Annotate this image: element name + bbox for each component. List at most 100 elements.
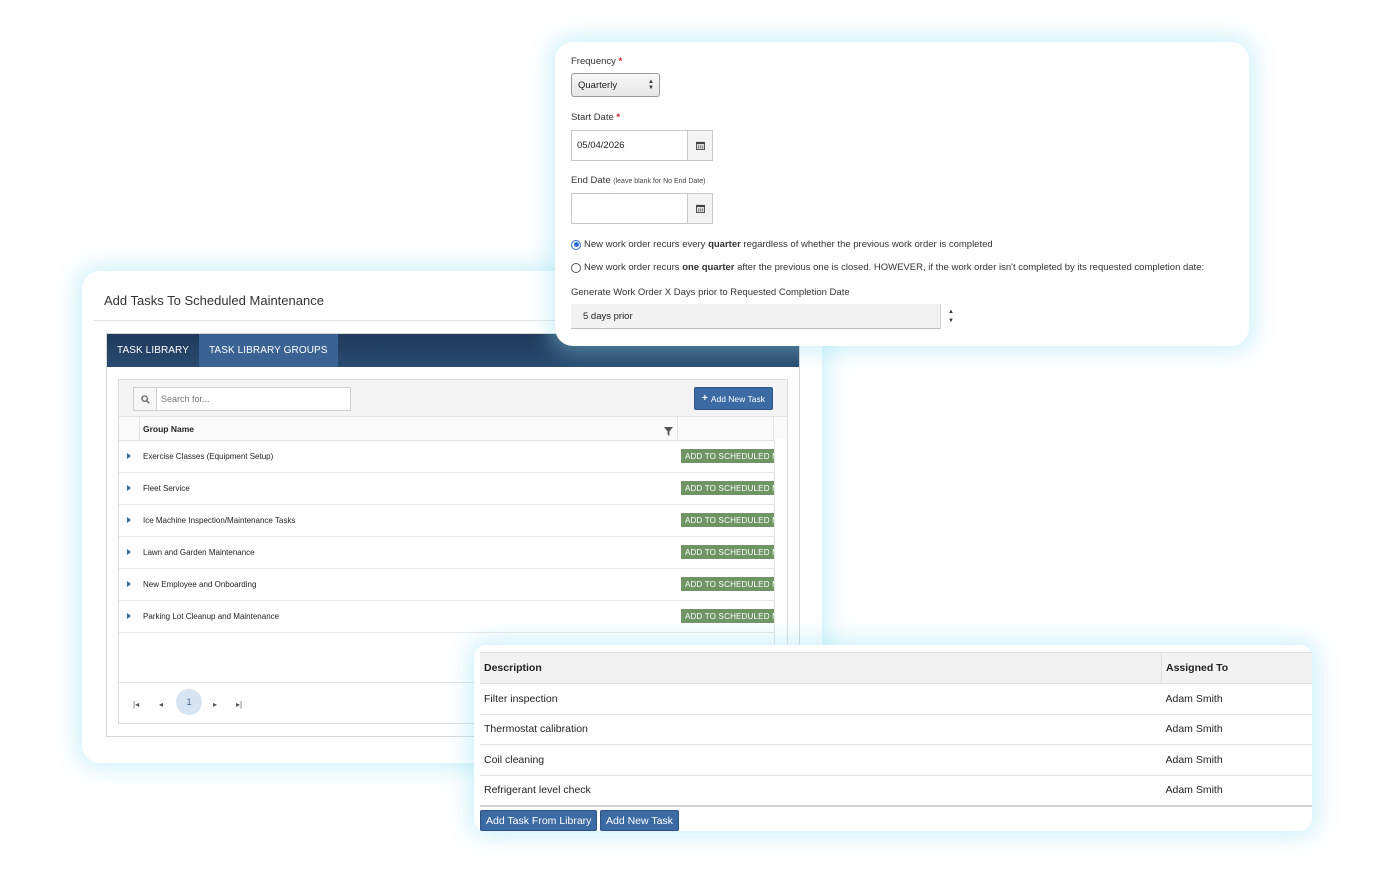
grid-header: Group Name	[119, 417, 787, 441]
required-marker: *	[616, 112, 621, 123]
expand-caret-icon[interactable]	[127, 517, 131, 523]
group-row[interactable]: Exercise Classes (Equipment Setup) ADD TO…	[119, 441, 775, 473]
description-header: Description	[480, 652, 1162, 684]
group-name: Fleet Service	[143, 484, 190, 493]
recurrence-every-bold: quarter	[708, 239, 741, 250]
expand-caret-icon[interactable]	[127, 581, 131, 587]
prev-page-icon[interactable]: ◂	[159, 700, 163, 709]
spinner-down-icon[interactable]: ▼	[948, 317, 954, 326]
scheduled-tasks-table: Description Assigned To Filter inspectio…	[480, 652, 1312, 807]
expand-caret-icon[interactable]	[127, 613, 131, 619]
group-row[interactable]: Ice Machine Inspection/Maintenance Tasks…	[119, 505, 775, 537]
generate-days-value: 5 days prior	[583, 310, 633, 322]
group-name-header[interactable]: Group Name	[143, 424, 194, 434]
page-number-button[interactable]: 1	[176, 689, 202, 715]
add-to-scheduled-maintenance-button[interactable]: ADD TO SCHEDULED MAINTENANCE	[681, 449, 775, 463]
task-description: Thermostat calibration	[480, 714, 1162, 745]
spinner-up-icon[interactable]: ▲	[948, 308, 954, 317]
search-input[interactable]	[157, 388, 350, 410]
table-row[interactable]: Thermostat calibration Adam Smith	[480, 714, 1312, 745]
table-header-row: Description Assigned To	[480, 652, 1312, 684]
start-date-field[interactable]: 05/04/2026	[571, 130, 713, 161]
header-divider-right	[773, 417, 774, 440]
frequency-value: Quarterly	[578, 79, 618, 91]
group-row[interactable]: Lawn and Garden Maintenance ADD TO SCHEDU…	[119, 537, 775, 569]
recurrence-option-every[interactable]: New work order recurs every quarter rega…	[571, 239, 993, 250]
dialog-title: Add Tasks To Scheduled Maintenance	[104, 293, 324, 308]
header-divider	[677, 417, 678, 440]
schedule-settings-card: Frequency * Quarterly ▲ ▼ Start Date * 05…	[555, 42, 1249, 346]
recurrence-option-after-close[interactable]: New work order recurs one quarter after …	[571, 262, 1204, 273]
generate-days-spinner[interactable]: 5 days prior ▲ ▼	[571, 304, 961, 329]
group-rows: Exercise Classes (Equipment Setup) ADD TO…	[119, 441, 775, 633]
spinner-arrows: ▲ ▼	[940, 304, 961, 329]
recurrence-after-suffix: after the previous one is closed. HOWEVE…	[734, 262, 1205, 273]
task-description: Refrigerant level check	[480, 775, 1162, 807]
last-page-icon[interactable]: ▸|	[236, 700, 242, 709]
end-date-hint: (leave blank for No End Date)	[613, 178, 706, 185]
group-name: New Employee and Onboarding	[143, 580, 257, 589]
select-arrows-icon: ▲ ▼	[648, 79, 654, 91]
frequency-select[interactable]: Quarterly ▲ ▼	[571, 73, 660, 97]
radio-unselected[interactable]	[571, 262, 581, 273]
search-box	[133, 387, 351, 411]
add-to-scheduled-maintenance-button[interactable]: ADD TO SCHEDULED MAINTENANCE	[681, 577, 775, 591]
table-row[interactable]: Coil cleaning Adam Smith	[480, 744, 1312, 776]
vertical-scrollbar[interactable]	[774, 439, 787, 648]
group-row[interactable]: Parking Lot Cleanup and Maintenance ADD T…	[119, 601, 775, 633]
scheduled-tasks-card: Description Assigned To Filter inspectio…	[474, 645, 1312, 831]
add-to-scheduled-maintenance-button[interactable]: ADD TO SCHEDULED MAINTENANCE	[681, 513, 775, 527]
task-assignee: Adam Smith	[1161, 714, 1312, 745]
group-name: Ice Machine Inspection/Maintenance Tasks	[143, 516, 296, 525]
recurrence-after-bold: one quarter	[682, 262, 735, 273]
table-row[interactable]: Refrigerant level check Adam Smith	[480, 775, 1312, 807]
task-assignee: Adam Smith	[1161, 744, 1312, 776]
task-assignee: Adam Smith	[1161, 683, 1312, 715]
grid-toolbar: + Add New Task	[119, 380, 787, 417]
end-date-label-text: End Date	[571, 175, 611, 186]
add-to-scheduled-maintenance-button[interactable]: ADD TO SCHEDULED MAINTENANCE	[681, 481, 775, 495]
recurrence-every-suffix: regardless of whether the previous work …	[740, 239, 993, 250]
tab-task-library-groups[interactable]: TASK LIBRARY GROUPS	[198, 334, 338, 367]
calendar-icon[interactable]	[687, 194, 712, 223]
next-page-icon[interactable]: ▸	[213, 700, 217, 709]
end-date-label: End Date (leave blank for No End Date)	[571, 175, 705, 186]
task-description: Coil cleaning	[480, 744, 1162, 776]
header-divider-left	[139, 417, 140, 440]
recurrence-every-prefix: New work order recurs every	[584, 239, 709, 250]
generate-days-label: Generate Work Order X Days prior to Requ…	[571, 287, 850, 298]
group-name: Parking Lot Cleanup and Maintenance	[143, 612, 280, 621]
expand-caret-icon[interactable]	[127, 549, 131, 555]
assigned-to-header: Assigned To	[1161, 652, 1312, 684]
tab-task-library[interactable]: TASK LIBRARY	[107, 334, 199, 367]
filter-icon[interactable]	[664, 423, 673, 441]
add-to-scheduled-maintenance-button[interactable]: ADD TO SCHEDULED MAINTENANCE	[681, 609, 775, 623]
group-name: Lawn and Garden Maintenance	[143, 548, 255, 557]
frequency-label-text: Frequency	[571, 56, 616, 67]
table-row[interactable]: Filter inspection Adam Smith	[480, 683, 1312, 715]
task-assignee: Adam Smith	[1161, 775, 1312, 807]
calendar-icon[interactable]	[687, 131, 712, 160]
expand-caret-icon[interactable]	[127, 485, 131, 491]
group-row[interactable]: Fleet Service ADD TO SCHEDULED MAINTENANC…	[119, 473, 775, 505]
end-date-value[interactable]	[572, 194, 687, 223]
group-name: Exercise Classes (Equipment Setup)	[143, 452, 274, 461]
end-date-field[interactable]	[571, 193, 713, 224]
add-new-task-button[interactable]: + Add New Task	[693, 387, 773, 410]
add-new-task-button-bottom[interactable]: Add New Task	[600, 810, 679, 831]
frequency-label: Frequency *	[571, 56, 622, 67]
start-date-label-text: Start Date	[571, 112, 614, 123]
recurrence-after-prefix: New work order recurs	[584, 262, 683, 273]
start-date-label: Start Date *	[571, 112, 620, 123]
expand-caret-icon[interactable]	[127, 453, 131, 459]
add-to-scheduled-maintenance-button[interactable]: ADD TO SCHEDULED MAINTENANCE	[681, 545, 775, 559]
start-date-value[interactable]: 05/04/2026	[572, 131, 687, 160]
required-marker: *	[618, 56, 623, 67]
first-page-icon[interactable]: |◂	[133, 700, 139, 709]
add-task-from-library-button[interactable]: Add Task From Library	[480, 810, 598, 831]
task-rows: Filter inspection Adam Smith Thermostat ca…	[480, 683, 1312, 807]
search-icon	[134, 388, 157, 410]
radio-selected[interactable]	[571, 239, 581, 250]
add-new-task-label: Add New Task	[710, 393, 765, 404]
group-row[interactable]: New Employee and Onboarding ADD TO SCHEDU…	[119, 569, 775, 601]
